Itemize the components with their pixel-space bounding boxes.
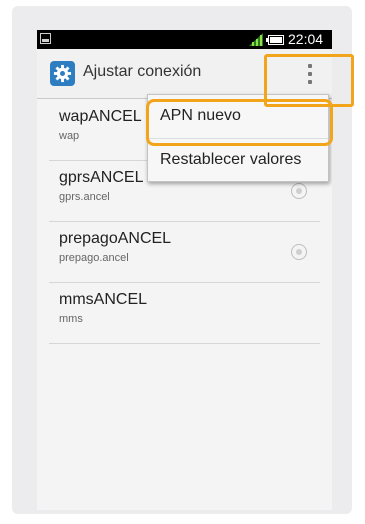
apn-name: wapANCEL bbox=[59, 108, 142, 125]
battery-icon bbox=[266, 35, 284, 45]
status-clock: 22:04 bbox=[288, 31, 324, 47]
signal-strength-icon bbox=[249, 33, 263, 46]
apn-name: gprsANCEL bbox=[59, 169, 144, 186]
apn-name: mmsANCEL bbox=[59, 291, 148, 308]
settings-gear-icon[interactable] bbox=[50, 61, 75, 86]
status-bar: 22:04 bbox=[37, 30, 332, 49]
apn-radio-button[interactable] bbox=[291, 183, 307, 199]
menu-item-label: Restablecer valores bbox=[160, 151, 302, 168]
apn-item-mmsancel[interactable]: mmsANCEL mms bbox=[49, 283, 320, 344]
page-title: Ajustar conexión bbox=[83, 63, 202, 80]
apn-value: wap bbox=[59, 130, 80, 142]
apn-value: mms bbox=[59, 313, 83, 325]
apn-radio-button[interactable] bbox=[291, 244, 307, 260]
apn-value: gprs.ancel bbox=[59, 191, 110, 203]
apn-item-prepagoancel[interactable]: prepagoANCEL prepago.ancel bbox=[49, 222, 320, 283]
apn-name: prepagoANCEL bbox=[59, 230, 172, 247]
new-apn-highlight-box bbox=[146, 99, 333, 146]
image-notification-icon bbox=[40, 33, 51, 44]
apn-value: prepago.ancel bbox=[59, 252, 129, 264]
